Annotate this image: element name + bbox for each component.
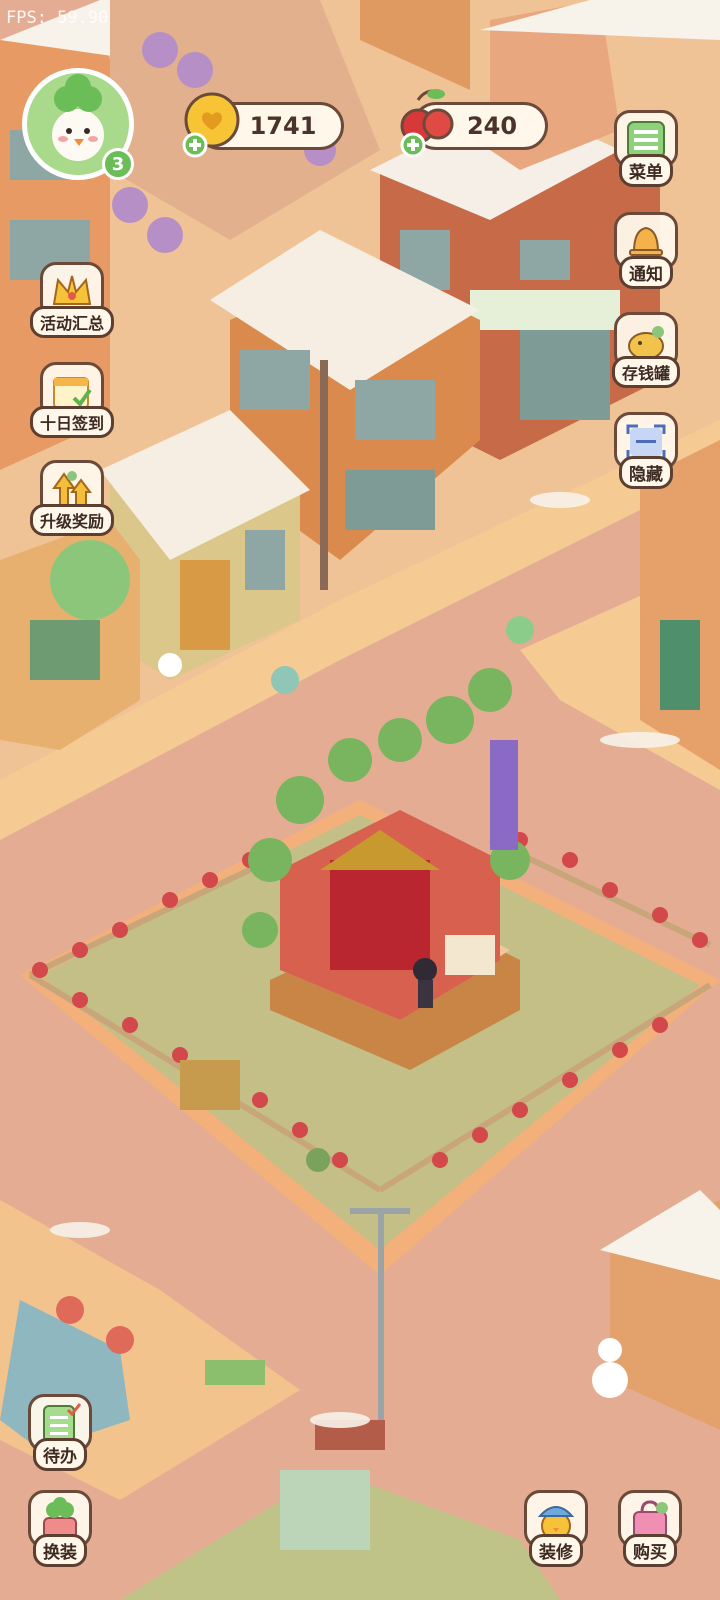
old-man-npc: [306, 1148, 330, 1172]
renovate-button[interactable]: 装修: [518, 1490, 594, 1567]
notify-button-label: 通知: [619, 256, 673, 289]
hide-ui-button-label: 隐藏: [619, 456, 673, 489]
coin-amount: 1741: [249, 112, 317, 140]
ten-day-checkin-button-label: 十日签到: [29, 406, 115, 438]
shop-button[interactable]: 购买: [612, 1490, 688, 1567]
hide-ui-button[interactable]: 隐藏: [608, 412, 684, 489]
canopy-bed: [330, 860, 430, 970]
player-character: [413, 958, 437, 982]
menu-button[interactable]: 菜单: [608, 110, 684, 187]
renovate-button-label: 装修: [529, 1534, 583, 1567]
coin-add-button[interactable]: [182, 132, 208, 162]
piggy-bank-button-label: 存钱罐: [611, 356, 681, 388]
outfit-button[interactable]: 换装: [22, 1490, 98, 1567]
park-gate: [180, 1060, 240, 1110]
notify-button[interactable]: 通知: [608, 212, 684, 289]
ten-day-checkin-button[interactable]: 十日签到: [29, 362, 115, 438]
cherry-amount: 240: [466, 112, 518, 140]
vanity-table: [445, 935, 495, 975]
upgrade-reward-button-label: 升级奖励: [29, 504, 115, 536]
cherry-add-button[interactable]: [400, 132, 426, 162]
events-summary-button[interactable]: 活动汇总: [29, 262, 115, 338]
scooter-npc: [271, 666, 299, 694]
todo-button[interactable]: 待办: [22, 1394, 98, 1471]
fps-counter: FPS: 59.90: [6, 8, 109, 28]
todo-button-label: 待办: [33, 1438, 87, 1471]
wisteria: [490, 740, 518, 850]
playground: [280, 1470, 370, 1550]
piggy-bank-button[interactable]: 存钱罐: [608, 312, 684, 388]
menu-button-label: 菜单: [619, 154, 673, 187]
events-summary-button-label: 活动汇总: [29, 306, 115, 338]
upgrade-reward-button[interactable]: 升级奖励: [29, 460, 115, 536]
street-lamp: [378, 1210, 384, 1430]
utility-pole: [320, 360, 328, 590]
snowman: [158, 653, 182, 677]
outfit-button-label: 换装: [33, 1534, 87, 1567]
building-right: [640, 440, 720, 770]
player-level-badge: 3: [102, 148, 134, 180]
shop-button-label: 购买: [623, 1534, 677, 1567]
floating-bag: [506, 616, 534, 644]
